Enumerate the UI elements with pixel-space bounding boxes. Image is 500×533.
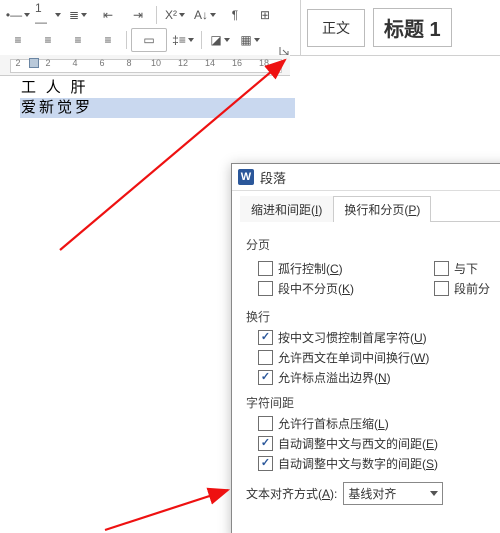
align-left-icon[interactable]: ≡	[4, 28, 32, 52]
checkbox-icon	[258, 456, 273, 471]
ruler-tick: 10	[151, 58, 161, 68]
checkbox-icon	[258, 261, 273, 276]
ruler-tick: 18	[259, 58, 269, 68]
ruler-tick: 12	[178, 58, 188, 68]
check-compress-punct[interactable]: 允许行首标点压缩(L)	[258, 415, 500, 432]
chevron-down-icon	[430, 491, 438, 496]
text-alignment-label: 文本对齐方式(A):	[246, 485, 337, 502]
show-marks-icon[interactable]: ¶	[221, 3, 249, 27]
checkbox-icon	[434, 261, 449, 276]
separator	[126, 31, 127, 49]
bullets-icon[interactable]: •—	[4, 3, 32, 27]
ruler-tick: 16	[232, 58, 242, 68]
style-normal[interactable]: 正文	[307, 9, 365, 47]
align-justify-icon[interactable]: ≡	[94, 28, 122, 52]
separator	[201, 31, 202, 49]
check-cjk-digit-spacing[interactable]: 自动调整中文与数字的间距(S)	[258, 455, 500, 472]
ruler-tick: 4	[72, 58, 77, 68]
ruler-tick: 2	[15, 58, 20, 68]
check-widow-control[interactable]: 孤行控制(C)	[258, 260, 354, 277]
align-center-icon[interactable]: ≡	[34, 28, 62, 52]
numbering-icon[interactable]: 1—	[34, 3, 62, 27]
char-shading-icon[interactable]: ⊞	[251, 3, 279, 27]
dialog-title-text: 段落	[260, 168, 286, 187]
checkbox-icon	[258, 370, 273, 385]
tab-line-pagebreaks[interactable]: 换行和分页(P)	[333, 196, 431, 222]
check-latin-wrap[interactable]: 允许西文在单词中间换行(W)	[258, 349, 500, 366]
word-icon: W	[238, 169, 254, 185]
check-cjk-latin-spacing[interactable]: 自动调整中文与西文的间距(E)	[258, 435, 500, 452]
ruler-tick: 2	[45, 58, 50, 68]
ruler-tick: 6	[99, 58, 104, 68]
horizontal-ruler[interactable]: 2 2 4 6 8 10 12 14 16 18	[0, 55, 290, 76]
sort-icon[interactable]: A↓	[191, 3, 219, 27]
doc-text-line-selected[interactable]: 爱新觉罗	[20, 98, 295, 118]
check-keep-with-next[interactable]: 与下	[434, 260, 490, 277]
check-keep-lines[interactable]: 段中不分页(K)	[258, 280, 354, 297]
ruler-tick: 14	[205, 58, 215, 68]
styles-group: 正文 标题 1	[300, 0, 500, 55]
multilevel-icon[interactable]: ≣	[64, 3, 92, 27]
align-right-icon[interactable]: ≡	[64, 28, 92, 52]
indent-marker[interactable]	[29, 58, 39, 68]
group-linebreak-label: 换行	[246, 308, 500, 325]
doc-text-line[interactable]: 工 人 肝	[20, 78, 295, 98]
checkbox-icon	[258, 350, 273, 365]
dialog-tabs: 缩进和间距(I) 换行和分页(P)	[240, 195, 500, 222]
text-alignment-select[interactable]: 基线对齐	[343, 482, 443, 505]
dialog-titlebar[interactable]: W 段落	[232, 164, 500, 191]
line-spacing-icon[interactable]: ‡≡	[169, 28, 197, 52]
checkbox-icon	[258, 330, 273, 345]
check-page-break-before[interactable]: 段前分	[434, 280, 490, 297]
indent-spinner[interactable]: ▭	[131, 28, 167, 52]
borders-icon[interactable]: ▦	[236, 28, 264, 52]
text-direction-icon[interactable]: X²	[161, 3, 189, 27]
paragraph-dialog: W 段落 缩进和间距(I) 换行和分页(P) 分页 孤行控制(C) 段中不分页(…	[231, 163, 500, 533]
ruler-tick: 8	[126, 58, 131, 68]
increase-indent-icon[interactable]: ⇥	[124, 3, 152, 27]
style-heading1[interactable]: 标题 1	[373, 8, 452, 47]
checkbox-icon	[258, 416, 273, 431]
tab-indent-spacing[interactable]: 缩进和间距(I)	[240, 196, 333, 222]
checkbox-icon	[258, 436, 273, 451]
checkbox-icon	[258, 281, 273, 296]
checkbox-icon	[434, 281, 449, 296]
group-pagination-label: 分页	[246, 236, 500, 253]
separator	[156, 6, 157, 24]
decrease-indent-icon[interactable]: ⇤	[94, 3, 122, 27]
text-alignment-value: 基线对齐	[348, 485, 396, 502]
ribbon-paragraph-group: •— 1— ≣ ⇤ ⇥ X² A↓ ¶ ⊞ ≡ ≡ ≡ ≡ ▭ ‡≡ ◪ ▦ 正…	[0, 0, 500, 56]
check-cjk-linebreak[interactable]: 按中文习惯控制首尾字符(U)	[258, 329, 500, 346]
shading-icon[interactable]: ◪	[206, 28, 234, 52]
group-charspacing-label: 字符间距	[246, 394, 500, 411]
check-hanging-punct[interactable]: 允许标点溢出边界(N)	[258, 369, 500, 386]
